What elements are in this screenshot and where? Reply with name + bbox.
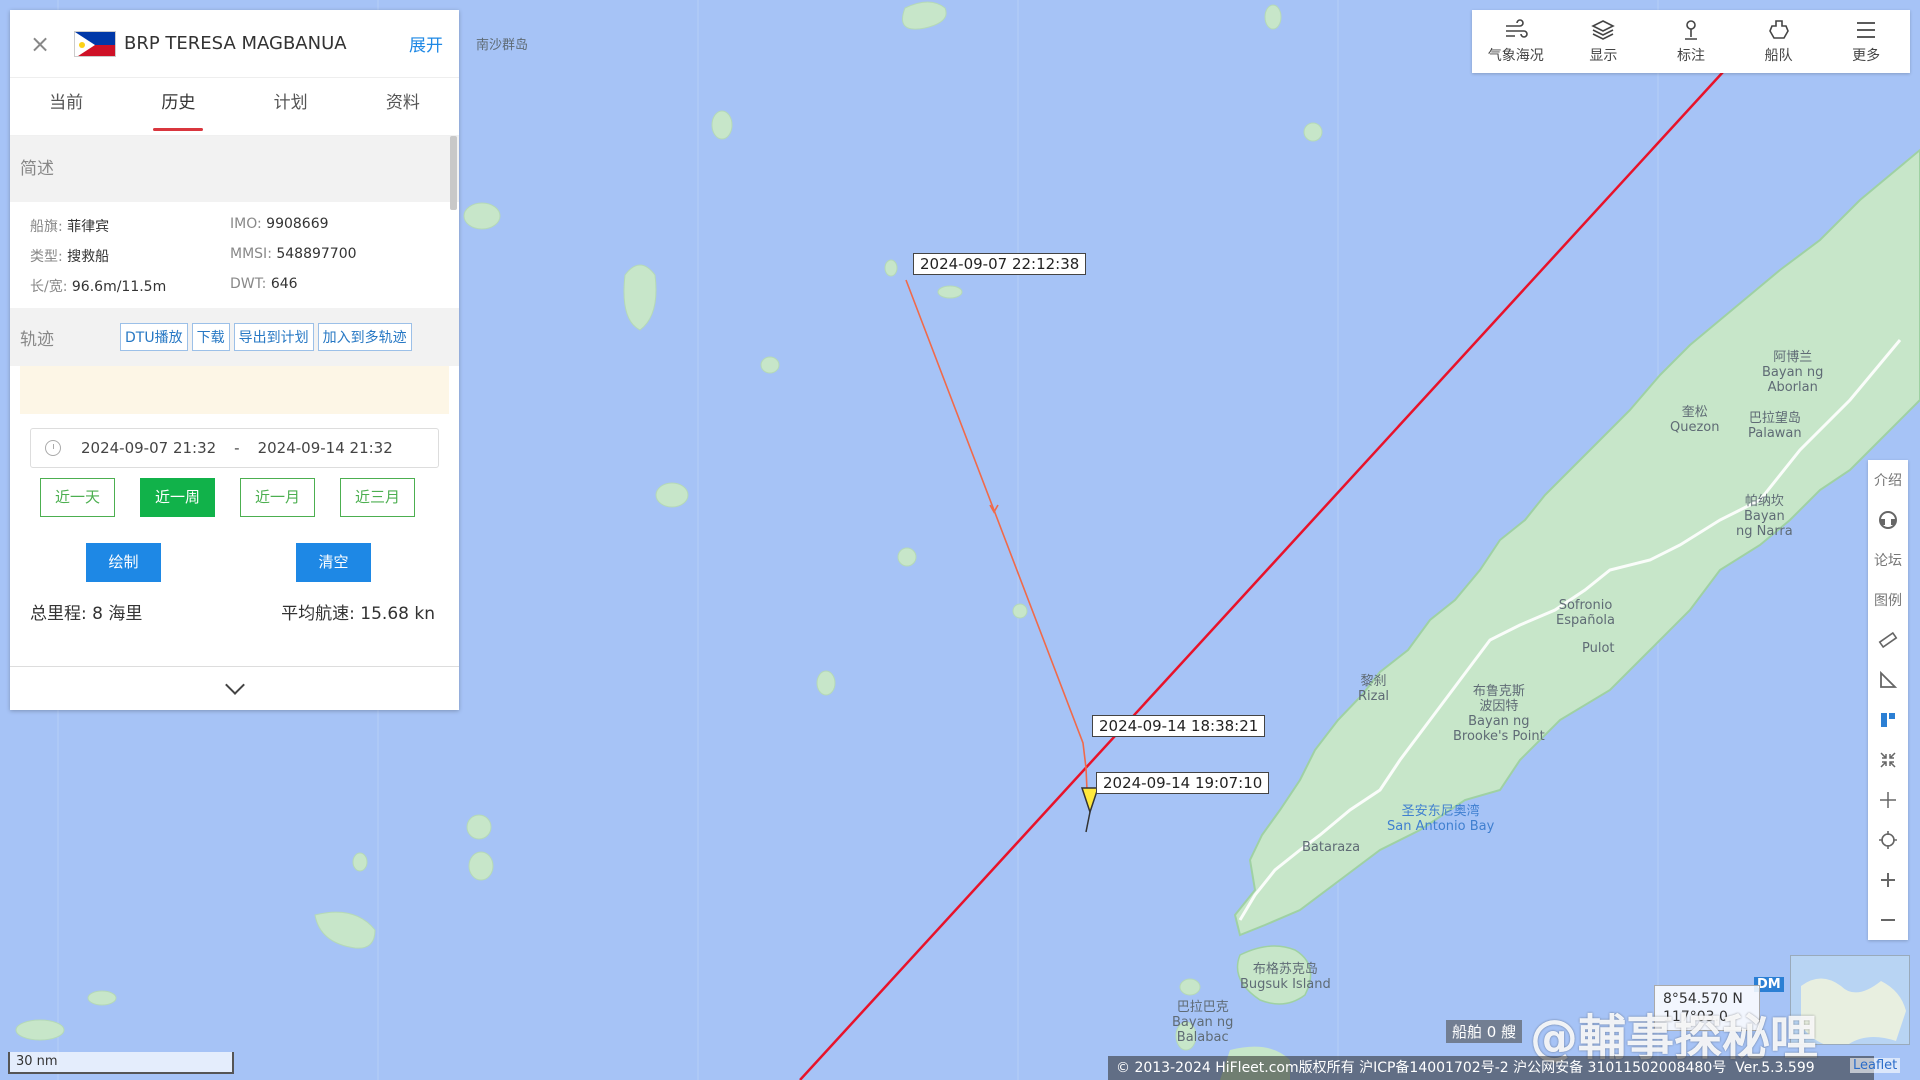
total-distance: 总里程: 8 海里: [30, 604, 143, 624]
info-size: 长/宽: 96.6m/11.5m: [30, 279, 167, 295]
range-week-button[interactable]: 近一周: [140, 478, 215, 517]
vessel-name: BRP TERESA MAGBANUA: [124, 33, 347, 54]
quick-range-group: 近一天 近一周 近一月 近三月: [10, 468, 459, 517]
add-to-multitrack-button[interactable]: 加入到多轨迹: [317, 323, 412, 351]
support-icon[interactable]: [1868, 500, 1908, 540]
ship-count: 船舶 0 艘: [1446, 1020, 1523, 1043]
tab-current[interactable]: 当前: [10, 78, 122, 135]
track-stats: 总里程: 8 海里 平均航速: 15.68 kn: [10, 582, 459, 624]
draw-button[interactable]: 绘制: [86, 543, 161, 582]
label-quezon: 奎松 Quezon: [1670, 405, 1720, 435]
scale-bar: 30 nm: [8, 1052, 234, 1074]
info-imo: IMO: 9908669: [230, 216, 329, 232]
expand-link[interactable]: 展开: [409, 31, 443, 56]
label-aborlan: 阿博兰 Bayan ng Aborlan: [1762, 350, 1824, 395]
chevron-down-icon[interactable]: [224, 674, 245, 695]
download-button[interactable]: 下载: [191, 323, 230, 351]
range-month-button[interactable]: 近一月: [240, 478, 315, 517]
tool-more[interactable]: 更多: [1822, 10, 1910, 73]
track-section-title: 轨迹: [20, 329, 54, 350]
tab-plan[interactable]: 计划: [235, 78, 347, 135]
label-rizal: 黎刹 Rizal: [1358, 674, 1390, 704]
close-icon[interactable]: ×: [30, 30, 58, 58]
dtu-play-button[interactable]: DTU播放: [120, 323, 188, 351]
layers-icon: [1591, 20, 1616, 40]
label-sofronio: Sofronio Española: [1556, 598, 1615, 628]
date-start: 2024-09-07 21:32: [81, 439, 217, 457]
vessel-panel: × BRP TERESA MAGBANUA 展开 当前 历史 计划 资料 简述 …: [10, 10, 459, 710]
info-type: 类型: 搜救船: [30, 249, 110, 265]
range-3months-button[interactable]: 近三月: [340, 478, 415, 517]
tool-weather[interactable]: 气象海况: [1472, 10, 1560, 73]
track-actions: 绘制 清空: [10, 517, 459, 582]
tool-mark[interactable]: 标注: [1647, 10, 1735, 73]
export-to-plan-button[interactable]: 导出到计划: [233, 323, 314, 351]
date-separator: -: [234, 439, 240, 457]
vessel-track: [905, 279, 1088, 791]
info-flag: 船旗: 菲律宾: [30, 219, 110, 235]
philippines-flag-icon: [74, 30, 116, 57]
track-notice-area: [20, 366, 449, 414]
wind-icon: [1505, 19, 1528, 38]
pin-icon: [1684, 20, 1697, 40]
map-toolbar: 气象海况 显示 标注 船队 更多: [1472, 10, 1910, 73]
clear-button[interactable]: 清空: [296, 543, 371, 582]
forum-button[interactable]: 论坛: [1868, 540, 1908, 580]
zoom-in-icon[interactable]: [1868, 860, 1908, 900]
label-narra: 帕纳坎 Bayan ng Narra: [1736, 494, 1793, 539]
crosshair-icon[interactable]: [1868, 780, 1908, 820]
track-point-label-2[interactable]: 2024-09-14 18:38:21: [1092, 715, 1266, 737]
panel-scroll-area[interactable]: 简述 船旗: 菲律宾 IMO: 9908669 类型: 搜救船 MMSI: 54…: [10, 136, 459, 666]
legend-button[interactable]: 图例: [1868, 580, 1908, 620]
vessel-info: 船旗: 菲律宾 IMO: 9908669 类型: 搜救船 MMSI: 54889…: [10, 202, 459, 308]
right-toolbar: 介绍 论坛 图例: [1868, 460, 1908, 940]
label-brookes-point: 布鲁克斯 波因特 Bayan ng Brooke's Point: [1453, 684, 1545, 744]
layer-panel-icon[interactable]: [1868, 700, 1908, 740]
track-point-label-3[interactable]: 2024-09-14 19:07:10: [1096, 772, 1270, 794]
angle-measure-icon[interactable]: [1868, 660, 1908, 700]
label-bugsuk: 布格苏克岛 Bugsuk Island: [1240, 962, 1331, 992]
menu-icon: [1857, 22, 1876, 38]
intro-button[interactable]: 介绍: [1868, 460, 1908, 500]
label-pulot: Pulot: [1582, 641, 1615, 656]
leaflet-link[interactable]: Leaflet: [1850, 1058, 1901, 1073]
locate-icon[interactable]: [1868, 820, 1908, 860]
date-range-picker[interactable]: 2024-09-07 21:32 - 2024-09-14 21:32: [30, 428, 439, 468]
range-day-button[interactable]: 近一天: [40, 478, 115, 517]
summary-section-title: 简述: [10, 136, 459, 202]
info-mmsi: MMSI: 548897700: [230, 246, 357, 262]
label-balabac: 巴拉巴克 Bayan ng Balabac: [1172, 1000, 1234, 1045]
average-speed: 平均航速: 15.68 kn: [281, 604, 435, 624]
label-nansha: 南沙群岛: [476, 38, 529, 53]
zoom-out-icon[interactable]: [1868, 900, 1908, 940]
label-bataraza: Bataraza: [1302, 840, 1361, 855]
info-dwt: DWT: 646: [230, 276, 298, 292]
ruler-icon[interactable]: [1868, 620, 1908, 660]
track-point-label-1[interactable]: 2024-09-07 22:12:38: [913, 253, 1087, 275]
clock-icon: [45, 440, 61, 456]
tab-history[interactable]: 历史: [122, 78, 234, 135]
panel-header: × BRP TERESA MAGBANUA 展开: [10, 10, 459, 78]
panel-scrollbar[interactable]: [450, 136, 457, 210]
tool-fleet[interactable]: 船队: [1735, 10, 1823, 73]
panel-footer: [10, 666, 459, 710]
collapse-icon[interactable]: [1868, 740, 1908, 780]
label-palawan: 巴拉望岛 Palawan: [1748, 411, 1802, 441]
date-end: 2024-09-14 21:32: [257, 439, 393, 457]
panel-tabs: 当前 历史 计划 资料: [10, 78, 459, 136]
fleet-icon: [1768, 20, 1789, 39]
track-section-header: 轨迹 DTU播放 下载 导出到计划 加入到多轨迹: [10, 308, 459, 366]
label-san-antonio-bay: 圣安东尼奥湾 San Antonio Bay: [1387, 804, 1495, 834]
version-text: Ver.5.3.599: [1735, 1060, 1815, 1076]
tab-profile[interactable]: 资料: [347, 78, 459, 135]
copyright-bar: © 2013-2024 HiFleet.com版权所有 沪ICP备1400170…: [1108, 1056, 1874, 1080]
tool-display[interactable]: 显示: [1560, 10, 1648, 73]
